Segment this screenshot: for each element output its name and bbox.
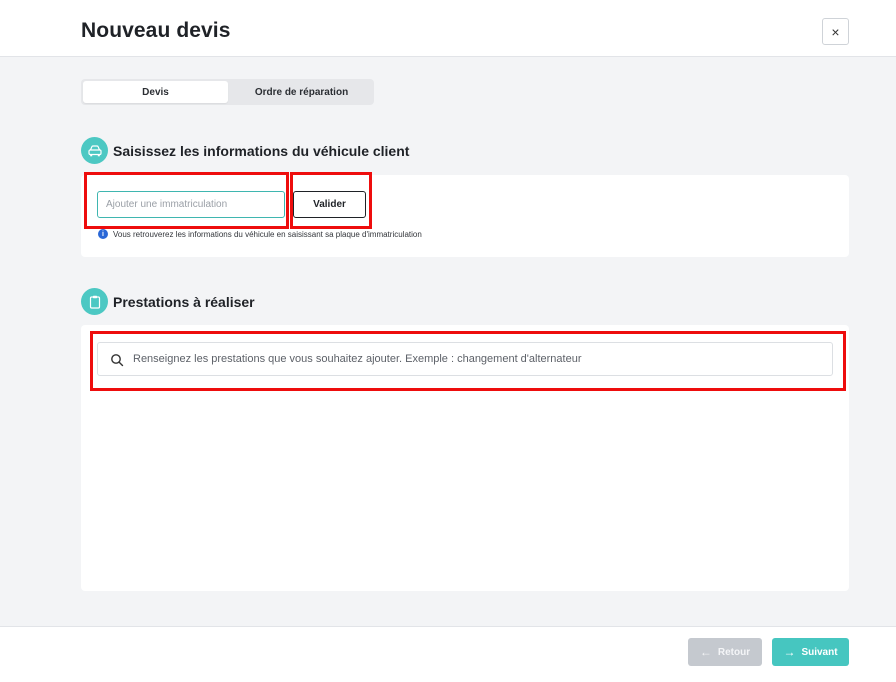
hint-text: Vous retrouverez les informations du véh…: [113, 229, 422, 239]
arrow-right-icon: →: [783, 645, 796, 659]
tab-devis[interactable]: Devis: [83, 81, 228, 103]
page-title: Nouveau devis: [81, 19, 231, 42]
services-section-title: Prestations à réaliser: [113, 294, 255, 310]
services-search-input[interactable]: [133, 343, 823, 375]
vehicle-section-title: Saisissez les informations du véhicule c…: [113, 143, 410, 159]
next-button[interactable]: → Suivant: [772, 638, 849, 666]
services-search-box[interactable]: [97, 342, 833, 376]
close-icon: ×: [831, 23, 840, 40]
modal-header: Nouveau devis ×: [0, 0, 896, 57]
plate-input[interactable]: [97, 191, 285, 218]
tab-bar: Devis Ordre de réparation: [81, 79, 374, 105]
info-icon: i: [98, 229, 108, 239]
hint: i Vous retrouverez les informations du v…: [98, 229, 422, 239]
next-button-label: Suivant: [801, 646, 838, 658]
modal-footer: ← Retour → Suivant: [0, 626, 896, 682]
arrow-left-icon: ←: [699, 645, 712, 659]
back-button-label: Retour: [717, 646, 751, 658]
tab-ordre-de-reparation[interactable]: Ordre de réparation: [231, 81, 372, 103]
car-icon: [81, 137, 108, 164]
validate-button[interactable]: Valider: [293, 191, 366, 218]
clipboard-icon: [81, 288, 108, 315]
close-button[interactable]: ×: [822, 18, 849, 45]
back-button[interactable]: ← Retour: [688, 638, 762, 666]
search-icon: [111, 354, 124, 367]
